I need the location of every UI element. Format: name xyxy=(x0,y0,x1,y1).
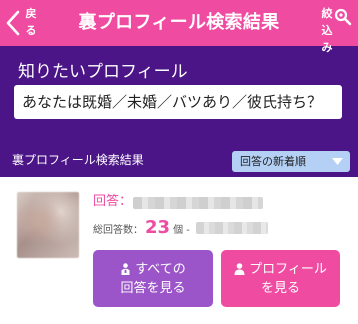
app-header: 戻る 裏プロフィール検索結果 絞込み xyxy=(0,0,358,54)
chevron-down-icon xyxy=(332,158,343,165)
search-icon xyxy=(334,8,352,26)
answer-blurred xyxy=(133,197,263,209)
count-unit: 個 - xyxy=(173,225,190,236)
view-profile-button[interactable]: プロフィール を見る xyxy=(221,250,340,307)
count-label: 総回答数： xyxy=(93,225,143,236)
sort-select[interactable]: 回答の新着順 xyxy=(232,151,350,172)
count-blurred xyxy=(196,222,268,234)
results-heading: 裏プロフィール検索結果 xyxy=(12,153,144,167)
query-field[interactable]: あなたは既婚／未婚／バツあり／彼氏持ち？ xyxy=(14,85,342,119)
person-icon xyxy=(234,263,245,275)
filter-label: 絞込み xyxy=(321,7,333,54)
answer-count: 総回答数： 23 個 - xyxy=(93,219,193,240)
page-title: 裏プロフィール検索結果 xyxy=(78,12,280,33)
view-profile-line1: プロフィール xyxy=(249,261,327,277)
view-all-line2: 回答を見る xyxy=(120,280,186,296)
sort-selected-label: 回答の新着順 xyxy=(240,155,306,168)
query-label: 知りたいプロフィール xyxy=(18,62,188,82)
avatar[interactable] xyxy=(17,192,79,258)
answer-label: 回答： xyxy=(93,194,133,209)
group-icon xyxy=(121,263,130,275)
view-profile-line2: を見る xyxy=(260,280,300,296)
result-card: 回答： 総回答数： 23 個 - すべての 回答を見る プロフィール を見る xyxy=(0,177,358,324)
count-value: 23 xyxy=(145,217,171,238)
filter-button[interactable]: 絞込み xyxy=(312,0,358,54)
view-all-answers-button[interactable]: すべての 回答を見る xyxy=(93,250,213,307)
view-all-line1: すべての xyxy=(135,261,186,277)
